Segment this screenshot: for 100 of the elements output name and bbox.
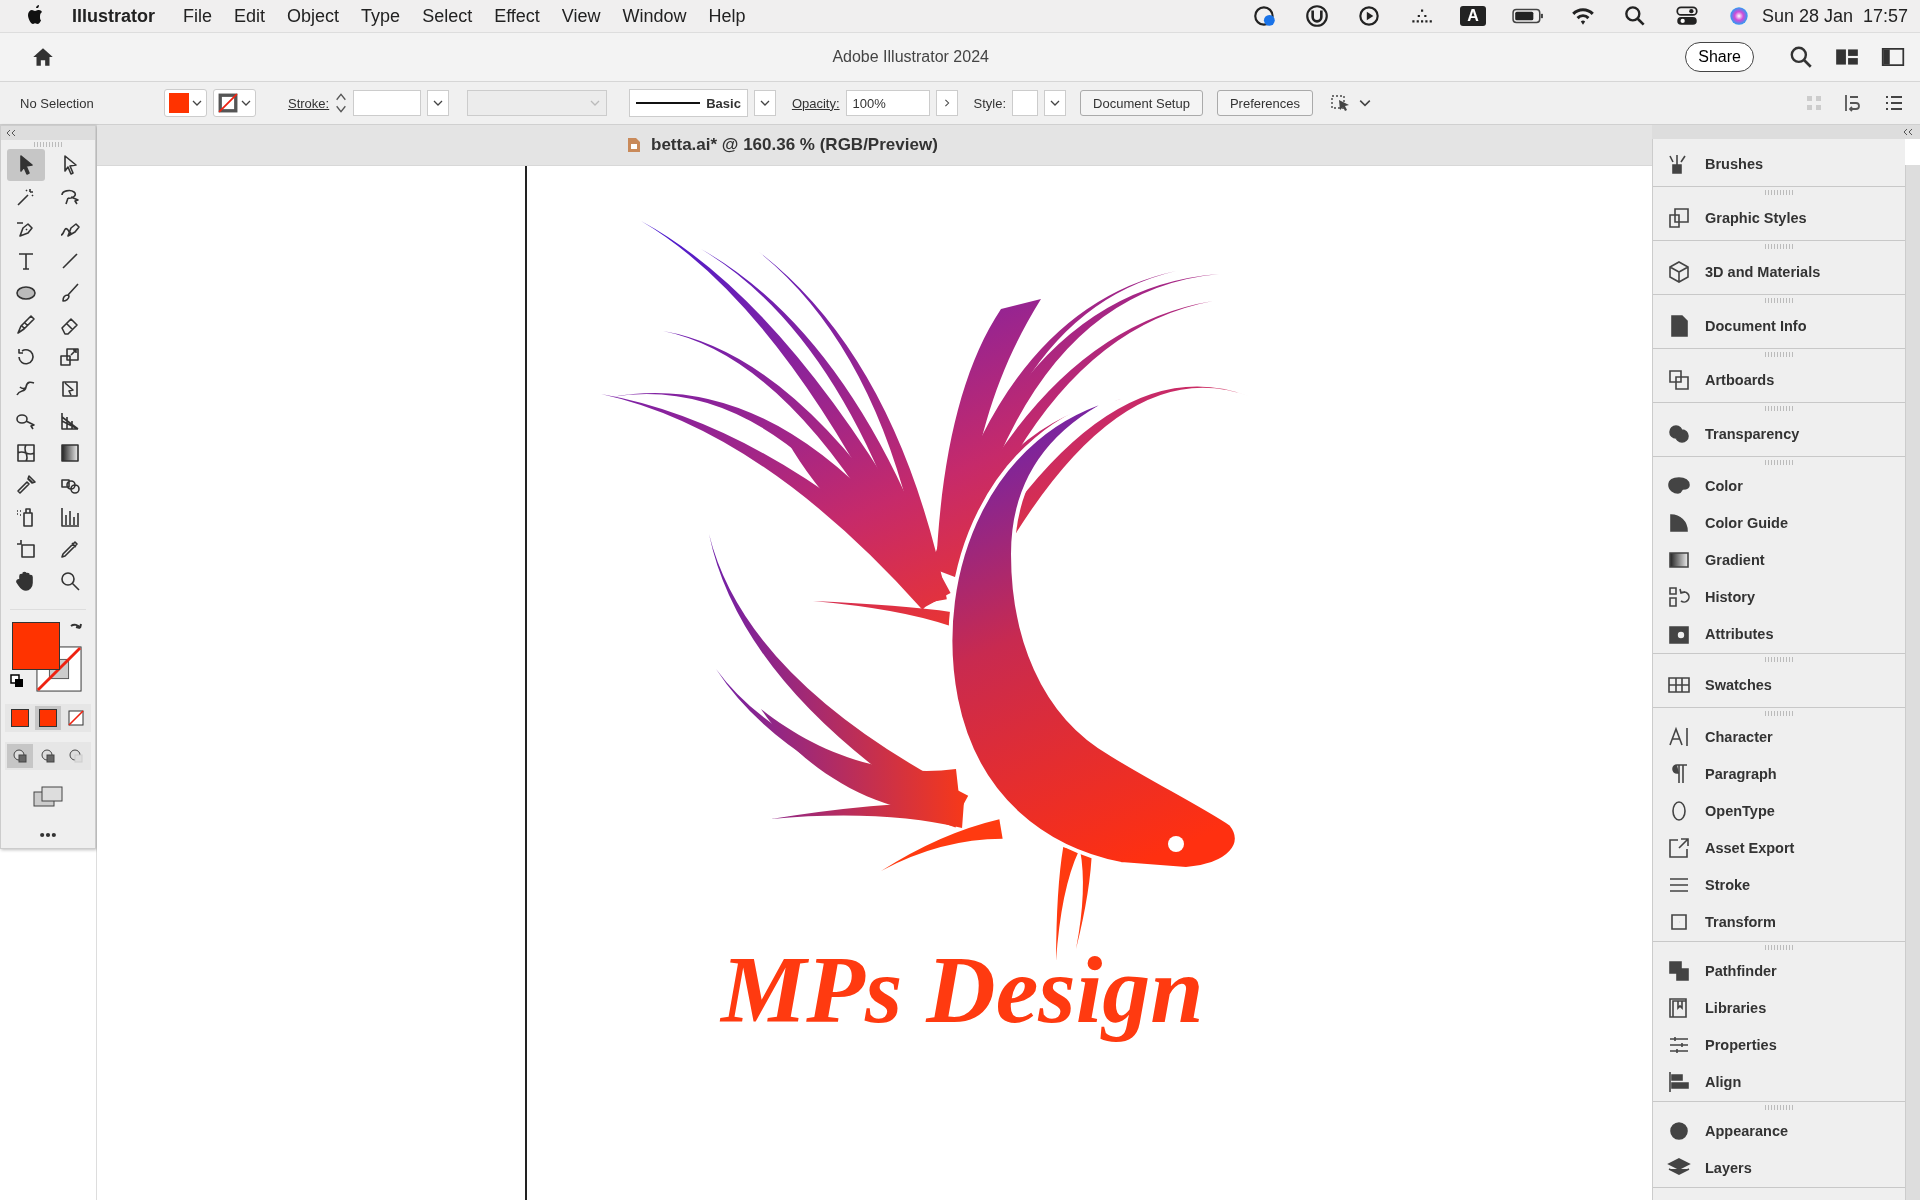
scale-icon: [58, 345, 82, 369]
collapse-icon[interactable]: [1902, 128, 1914, 136]
document-file-icon: [627, 137, 641, 153]
opacity-label[interactable]: Opacity:: [791, 95, 840, 111]
caret-icon: [1050, 99, 1061, 107]
draw-normal-button[interactable]: [7, 744, 33, 768]
preferences-button[interactable]: Preferences: [1216, 90, 1314, 116]
screen-mode-icon[interactable]: [33, 786, 63, 808]
tool-button[interactable]: [7, 149, 45, 181]
panel-grip[interactable]: [1765, 1105, 1793, 1110]
panel-item[interactable]: Document Info: [1653, 305, 1905, 347]
column-graph-icon: [58, 505, 82, 529]
panel-item[interactable]: Pathfinder: [1653, 952, 1905, 989]
menu-item[interactable]: Edit: [234, 5, 266, 27]
panel-item[interactable]: Stroke: [1653, 866, 1905, 903]
history-icon: [1667, 584, 1691, 609]
stroke-weight-field[interactable]: [353, 90, 422, 116]
panel-grip[interactable]: [1765, 711, 1793, 716]
menubar-time[interactable]: 17:57: [1862, 5, 1908, 27]
panel-item[interactable]: Transform: [1653, 903, 1905, 940]
panel-item[interactable]: Color Guide: [1653, 504, 1905, 541]
panel-item[interactable]: Swatches: [1653, 664, 1905, 706]
fill-color-dropdown[interactable]: [164, 89, 207, 117]
menu-item[interactable]: Select: [422, 5, 473, 27]
panel-grip[interactable]: [1765, 945, 1793, 950]
transparency-icon: [1667, 422, 1691, 446]
panel-grip[interactable]: [1765, 244, 1793, 249]
panel-item[interactable]: Character: [1653, 718, 1905, 755]
panel-item[interactable]: OpenType: [1653, 792, 1905, 829]
panel-grip[interactable]: [1765, 460, 1793, 465]
pathfinder-icon: [1667, 958, 1691, 983]
menu-item[interactable]: Help: [708, 5, 746, 27]
panel-grip[interactable]: [1765, 657, 1793, 662]
panel-item[interactable]: Asset Export: [1653, 829, 1905, 866]
panel-grip[interactable]: [1765, 298, 1793, 303]
zoom-icon: [58, 569, 82, 593]
mesh-icon: [14, 441, 38, 465]
gradient-icon: [58, 441, 82, 465]
opacity-field[interactable]: 100%: [845, 90, 930, 116]
panel-item[interactable]: Appearance: [1653, 1112, 1905, 1149]
artwork-logo-text: MPs Design: [721, 935, 1204, 1045]
menu-item[interactable]: View: [561, 5, 601, 27]
menu-item[interactable]: File: [183, 5, 213, 27]
caret-icon[interactable]: [1359, 99, 1372, 107]
panel-item[interactable]: History: [1653, 578, 1905, 615]
panel-item[interactable]: Color: [1653, 467, 1905, 504]
panel-item[interactable]: Artboards: [1653, 359, 1905, 401]
eyedropper-icon: [14, 473, 38, 497]
panel-grip[interactable]: [34, 142, 62, 147]
menubar-date[interactable]: Sun 28 Jan: [1761, 5, 1853, 27]
shaper-icon: [14, 313, 38, 337]
panel-item[interactable]: Paragraph: [1653, 755, 1905, 792]
style-label: Style:: [973, 95, 1007, 111]
align-icon: [1667, 1069, 1691, 1094]
stroke-color-dropdown[interactable]: [213, 89, 256, 117]
panel-item[interactable]: Layers: [1653, 1149, 1905, 1186]
artboards-icon: [1667, 368, 1691, 392]
fill-swatch[interactable]: [12, 622, 60, 670]
panel-grip[interactable]: [1765, 190, 1793, 195]
caret-icon: [241, 99, 251, 107]
panel-item[interactable]: Align: [1653, 1063, 1905, 1100]
no-stroke-swatch-icon: [218, 93, 238, 113]
default-colors-icon[interactable]: [10, 674, 24, 688]
panel-item[interactable]: Brushes: [1653, 143, 1905, 185]
stroke-label[interactable]: Stroke:: [288, 95, 330, 111]
graphic-style-swatch[interactable]: [1012, 90, 1039, 116]
app-title: Adobe Illustrator 2024: [831, 48, 990, 66]
panel-item[interactable]: Libraries: [1653, 989, 1905, 1026]
no-fill-icon: [68, 710, 84, 726]
document-setup-button[interactable]: Document Setup: [1080, 90, 1203, 116]
share-button[interactable]: Share: [1685, 42, 1754, 72]
document-tab[interactable]: betta.ai* @ 160.36 % (RGB/Preview): [627, 135, 938, 155]
menu-item[interactable]: Object: [287, 5, 340, 27]
more-icon[interactable]: [38, 832, 58, 838]
panel-grip[interactable]: [1765, 352, 1793, 357]
app-menu[interactable]: Illustrator: [72, 5, 155, 27]
menu-item[interactable]: Type: [361, 5, 401, 27]
battery-icon[interactable]: [1511, 7, 1544, 25]
menu-item[interactable]: Effect: [494, 5, 540, 27]
draw-inside-icon: [68, 748, 84, 764]
panel-item[interactable]: 3D and Materials: [1653, 251, 1905, 293]
draw-normal-icon: [12, 748, 28, 764]
panel-item[interactable]: Properties: [1653, 1026, 1905, 1063]
artboard-icon: [14, 537, 38, 561]
search-icon[interactable]: [1788, 44, 1814, 70]
u-badge-icon[interactable]: [1304, 3, 1331, 29]
panel-item[interactable]: Graphic Styles: [1653, 197, 1905, 239]
menu-item[interactable]: Window: [622, 5, 687, 27]
draw-behind-icon: [40, 748, 56, 764]
caret-icon: [192, 99, 202, 107]
panel-grip[interactable]: [1765, 406, 1793, 411]
gradient-mode-button[interactable]: [35, 706, 61, 730]
panel-item[interactable]: Gradient: [1653, 541, 1905, 578]
input-source-indicator[interactable]: A: [1460, 6, 1486, 26]
panel-item[interactable]: Transparency: [1653, 413, 1905, 455]
brush-dropdown[interactable]: Basic: [629, 89, 748, 117]
scrollbar[interactable]: [1905, 165, 1920, 1200]
cube-icon: [1667, 260, 1691, 284]
panel-item[interactable]: Attributes: [1653, 615, 1905, 652]
collapse-icon[interactable]: [5, 129, 17, 137]
